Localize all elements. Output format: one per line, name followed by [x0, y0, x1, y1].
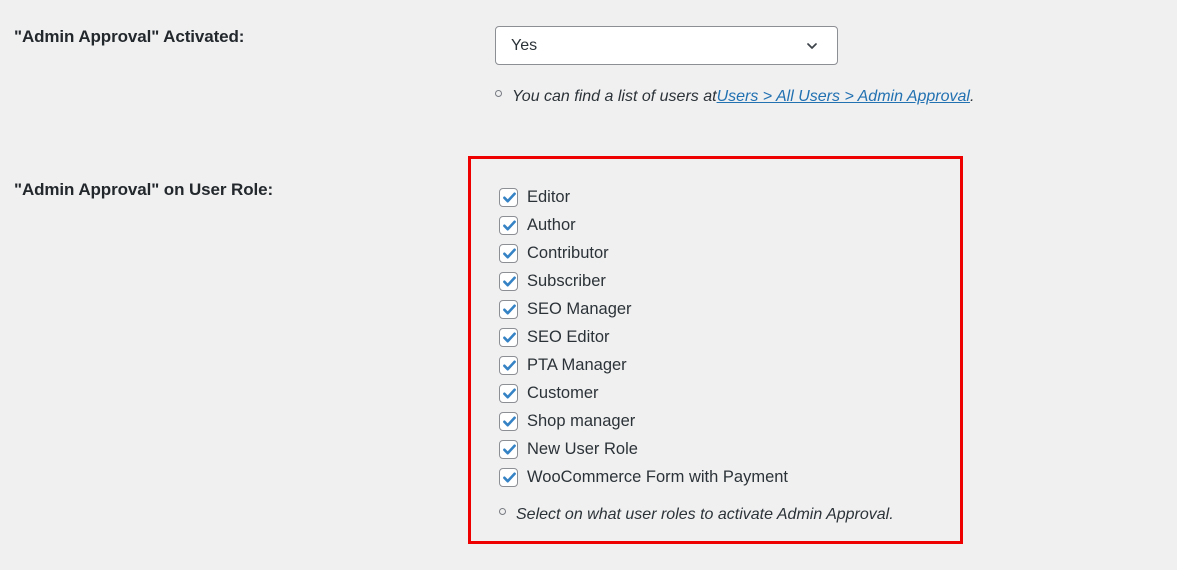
user-role-label: Subscriber [527, 271, 606, 290]
user-role-label: Shop manager [527, 411, 636, 430]
user-role-row[interactable]: Contributor [499, 239, 960, 267]
chevron-down-icon [804, 38, 820, 54]
user-role-label: Author [527, 215, 576, 234]
user-roles-highlight-box: Editor Author Contributor Subscriber SEO Man… [468, 156, 963, 544]
user-roles-list: Editor Author Contributor Subscriber SEO Man… [471, 159, 960, 541]
user-role-label: SEO Manager [527, 299, 632, 318]
user-role-checkbox[interactable] [499, 327, 518, 347]
user-role-checkbox[interactable] [499, 411, 518, 431]
user-role-row[interactable]: PTA Manager [499, 351, 960, 379]
circle-bullet-icon [499, 508, 506, 515]
hint-text-after: . [969, 88, 975, 105]
user-role-row[interactable]: Shop manager [499, 407, 960, 435]
user-role-checkbox[interactable] [499, 299, 518, 319]
user-role-label: New User Role [527, 439, 638, 458]
hint-text-before: You can find a list of users at [512, 88, 717, 105]
user-role-row[interactable]: Customer [499, 379, 960, 407]
user-role-checkbox[interactable] [499, 467, 518, 487]
user-role-label: SEO Editor [527, 327, 610, 346]
admin-approval-activated-hint: You can find a list of users at Users > … [495, 88, 974, 106]
admin-approval-activated-select-wrapper: Yes [495, 26, 838, 65]
user-role-row[interactable]: SEO Manager [499, 295, 960, 323]
user-role-row[interactable]: New User Role [499, 435, 960, 463]
user-role-checkbox[interactable] [499, 187, 518, 207]
user-role-checkbox[interactable] [499, 271, 518, 291]
user-role-checkbox[interactable] [499, 355, 518, 375]
user-role-label: WooCommerce Form with Payment [527, 467, 789, 486]
user-role-row[interactable]: SEO Editor [499, 323, 960, 351]
admin-approval-activated-label: "Admin Approval" Activated: [14, 27, 245, 46]
circle-bullet-icon [495, 90, 502, 97]
user-role-checkbox[interactable] [499, 215, 518, 235]
user-role-row[interactable]: Subscriber [499, 267, 960, 295]
user-role-row[interactable]: Author [499, 211, 960, 239]
admin-approval-users-link[interactable]: Users > All Users > Admin Approval [717, 88, 970, 106]
user-role-checkbox[interactable] [499, 439, 518, 459]
user-role-checkbox[interactable] [499, 243, 518, 263]
user-role-checkbox[interactable] [499, 383, 518, 403]
admin-approval-user-role-label: "Admin Approval" on User Role: [14, 180, 274, 199]
user-role-row[interactable]: WooCommerce Form with Payment [499, 463, 960, 491]
user-role-label: Editor [527, 187, 571, 206]
admin-approval-activated-select-value: Yes [511, 36, 538, 54]
user-role-row[interactable]: Editor [499, 183, 960, 211]
user-role-label: Customer [527, 383, 599, 402]
user-roles-hint-text: Select on what user roles to activate Ad… [516, 506, 894, 523]
user-role-label: PTA Manager [527, 355, 627, 374]
admin-approval-activated-select[interactable]: Yes [495, 26, 838, 65]
user-roles-hint: Select on what user roles to activate Ad… [499, 506, 894, 524]
user-role-label: Contributor [527, 243, 609, 262]
